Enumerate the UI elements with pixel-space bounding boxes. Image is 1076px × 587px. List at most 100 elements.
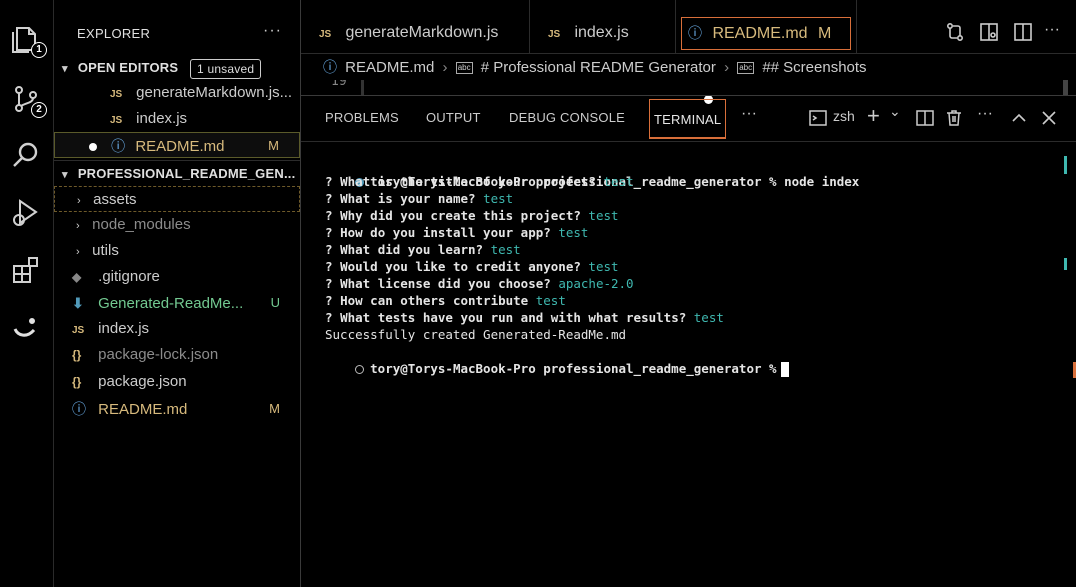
terminal-shell-label[interactable]: zsh <box>833 108 855 124</box>
terminal-qa-line: ? How can others contribute test <box>325 292 566 309</box>
markdown-icon: ⬇ <box>72 295 84 311</box>
tab-output[interactable]: OUTPUT <box>426 97 481 141</box>
terminal-cursor <box>780 362 789 377</box>
terminal-qa-line: ? How do you install your app? test <box>325 224 588 241</box>
answer-text: apache-2.0 <box>558 276 634 291</box>
explorer-icon[interactable]: 1 <box>9 22 47 58</box>
editor-scrollbar[interactable] <box>1063 80 1068 95</box>
js-file-icon: JS <box>72 325 85 336</box>
js-file-icon: JS <box>110 115 123 126</box>
open-editor-index[interactable]: JS index.js <box>54 106 300 132</box>
trash-icon[interactable] <box>944 108 964 133</box>
terminal-prompt: tory@Torys-MacBook-Pro professional_read… <box>370 361 777 376</box>
answer-text: test <box>490 242 521 257</box>
folder-node-modules[interactable]: › node_modules <box>54 212 300 238</box>
tab-label: README.md <box>712 25 808 42</box>
run-debug-icon[interactable] <box>9 196 43 230</box>
breadcrumb-h2[interactable]: ## Screenshots <box>762 59 866 76</box>
compare-changes-icon[interactable] <box>944 21 968 45</box>
terminal-qa-line: ? What did you learn? test <box>325 241 521 258</box>
answer-text: test <box>693 310 724 325</box>
tab-modified-indicator: M <box>818 25 832 42</box>
explorer-more-button[interactable]: ··· <box>263 22 282 40</box>
chevron-down-icon: ▾ <box>62 169 68 181</box>
folder-utils[interactable]: › utils <box>54 238 300 264</box>
file-readme[interactable]: ⓘ README.md M <box>54 396 300 422</box>
file-generated-readme[interactable]: ⬇ Generated-ReadMe... U <box>54 290 300 316</box>
split-terminal-icon[interactable] <box>915 108 935 133</box>
info-file-icon: ⓘ <box>111 138 126 154</box>
question-text: What did you learn? <box>340 242 484 257</box>
open-editors-section[interactable]: ▾ OPEN EDITORS 1 unsaved <box>54 55 300 81</box>
tab-label: index.js <box>574 24 629 41</box>
folder-assets[interactable]: › assets <box>54 186 300 212</box>
terminal-line-prompt: tory@Torys-MacBook-Pro professional_read… <box>310 343 789 377</box>
command-pending-icon <box>355 365 365 374</box>
project-section[interactable]: ▾ PROFESSIONAL_README_GEN... <box>54 160 300 186</box>
file-package-json[interactable]: {} package.json <box>54 369 300 395</box>
tab-generatemarkdown[interactable]: JS generateMarkdown.js <box>301 0 530 54</box>
question-text: How do you install your app? <box>340 225 551 240</box>
file-label: .gitignore <box>98 268 160 285</box>
close-icon[interactable] <box>1039 108 1059 133</box>
new-terminal-button[interactable]: + <box>867 103 880 129</box>
code-editor[interactable]: 19 <box>301 80 1076 96</box>
breadcrumb-h1[interactable]: # Professional README Generator <box>481 59 716 76</box>
file-label: README.md <box>98 401 188 418</box>
line-number: 19 <box>331 80 347 89</box>
answer-text: test <box>558 225 589 240</box>
terminal-qa-line: ? What is your name? test <box>325 190 513 207</box>
terminal-qa-line: ? What license did you choose? apache-2.… <box>325 275 634 292</box>
search-icon[interactable] <box>9 138 43 172</box>
file-label: Generated-ReadMe... <box>98 295 244 312</box>
tab-index[interactable]: JS index.js <box>530 0 676 54</box>
unsaved-badge: 1 unsaved <box>190 58 262 79</box>
answer-text: test <box>588 208 619 223</box>
tab-problems[interactable]: PROBLEMS <box>325 97 399 141</box>
file-gitignore[interactable]: ◆ .gitignore <box>54 264 300 290</box>
panel-tabbar: PROBLEMS OUTPUT DEBUG CONSOLE TERMINAL ·… <box>301 97 1076 141</box>
breadcrumb-file[interactable]: README.md <box>345 59 434 76</box>
source-control-icon[interactable]: 2 <box>9 82 47 118</box>
terminal-scroll-marker <box>1064 258 1067 270</box>
answer-text: test <box>603 174 634 189</box>
file-label: package.json <box>98 373 187 390</box>
split-editor-icon[interactable] <box>1012 21 1036 45</box>
chevron-right-icon: › <box>76 220 80 232</box>
terminal-shell-icon[interactable] <box>808 108 828 133</box>
open-editor-readme[interactable]: ⓘ README.md M <box>54 132 300 158</box>
editor-more-button[interactable]: ··· <box>1044 21 1068 45</box>
chevron-down-icon[interactable]: ⌄ <box>889 103 901 120</box>
file-package-lock[interactable]: {} package-lock.json <box>54 342 300 368</box>
maximize-panel-icon[interactable] <box>1009 108 1029 133</box>
terminal-success-line: Successfully created Generated-ReadMe.md <box>325 327 627 342</box>
answer-text: test <box>483 191 514 206</box>
remote-explorer-icon[interactable] <box>9 312 43 346</box>
question-text: Would you like to credit anyone? <box>340 259 581 274</box>
panel-more-button[interactable]: ··· <box>741 105 757 123</box>
open-editor-generatemarkdown[interactable]: JS generateMarkdown.js... <box>54 80 300 106</box>
terminal-qa-line: ? Why did you create this project? test <box>325 207 619 224</box>
tab-terminal[interactable]: TERMINAL <box>649 99 727 139</box>
question-mark: ? <box>325 191 333 206</box>
explorer-title: EXPLORER <box>77 26 151 41</box>
info-file-icon: ⓘ <box>323 59 337 75</box>
folder-label: assets <box>93 191 137 208</box>
question-text: What tests have you run and with what re… <box>340 310 687 325</box>
json-icon: {} <box>72 375 82 389</box>
file-index-js[interactable]: JS index.js <box>54 316 300 342</box>
terminal-qa-line: ? What tests have you run and with what … <box>325 309 724 326</box>
tab-label: generateMarkdown.js <box>345 24 499 41</box>
terminal[interactable]: tory@Torys-MacBook-Pro professional_read… <box>301 141 1076 587</box>
tab-readme[interactable]: ⓘ README.md M <box>676 0 857 105</box>
open-editor-label: README.md <box>135 138 225 155</box>
js-file-icon: JS <box>110 89 123 100</box>
open-preview-icon[interactable] <box>978 21 1002 45</box>
extensions-icon[interactable] <box>9 254 43 288</box>
tab-debug-console[interactable]: DEBUG CONSOLE <box>509 97 625 141</box>
editor-area: JS generateMarkdown.js JS index.js ⓘ REA… <box>301 0 1076 587</box>
explorer-badge: 1 <box>31 42 47 58</box>
panel-more-button[interactable]: ··· <box>977 105 993 123</box>
chevron-right-icon: › <box>76 246 80 258</box>
project-label: PROFESSIONAL_README_GEN... <box>77 166 296 181</box>
